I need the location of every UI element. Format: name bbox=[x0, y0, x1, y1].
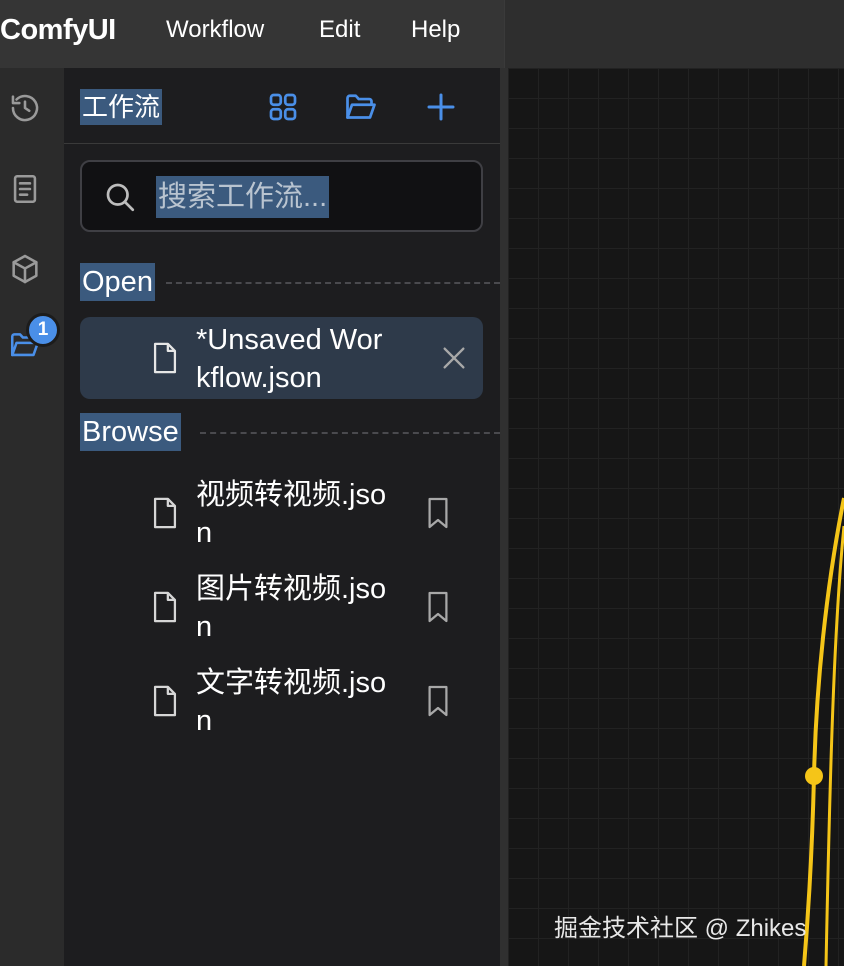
open-workflow-item[interactable]: *Unsaved Workflow.json bbox=[80, 317, 483, 399]
link-midpoint-dot[interactable] bbox=[805, 767, 823, 785]
bookmark-button[interactable] bbox=[424, 684, 452, 718]
graph-canvas[interactable] bbox=[508, 68, 844, 966]
open-workflow-name: *Unsaved Workflow.json bbox=[196, 324, 383, 394]
bookmark-button[interactable] bbox=[424, 590, 452, 624]
open-workflows-badge: 1 bbox=[26, 313, 60, 347]
link-wire bbox=[802, 497, 844, 966]
menu-workflow[interactable]: Workflow bbox=[166, 16, 264, 44]
side-tool-rail: 1 bbox=[0, 68, 64, 966]
queue-history-button[interactable] bbox=[6, 89, 44, 127]
browse-workflow-name[interactable]: 图片转视频.json bbox=[196, 570, 396, 646]
book-icon bbox=[13, 174, 37, 204]
open-section-label: Open bbox=[80, 263, 155, 301]
grid-icon bbox=[269, 93, 297, 121]
open-section-divider bbox=[166, 282, 500, 284]
app-logo: ComfyUI bbox=[0, 14, 116, 46]
file-icon bbox=[150, 496, 180, 530]
sidebar-header: 工作流 bbox=[64, 68, 500, 144]
menu-bar-right-area bbox=[504, 0, 844, 68]
search-icon bbox=[106, 183, 135, 212]
bookmark-icon bbox=[428, 685, 448, 717]
search-box[interactable]: 搜索工作流... bbox=[80, 160, 483, 232]
sidebar-title: 工作流 bbox=[80, 89, 163, 125]
menu-edit[interactable]: Edit bbox=[319, 16, 360, 44]
open-workflow-button[interactable] bbox=[342, 88, 380, 126]
bookmark-button[interactable] bbox=[424, 496, 452, 530]
bookmark-icon bbox=[428, 497, 448, 529]
browse-workflow-name[interactable]: 文字转视频.json bbox=[196, 664, 396, 740]
library-button[interactable] bbox=[6, 170, 44, 208]
browse-workflow-name[interactable]: 视频转视频.json bbox=[196, 476, 396, 552]
menu-bar: ComfyUI Workflow Edit Help bbox=[0, 0, 844, 68]
search-input[interactable]: 搜索工作流... bbox=[156, 176, 330, 218]
new-workflow-button[interactable] bbox=[422, 88, 460, 126]
history-icon bbox=[11, 94, 39, 122]
browse-section-label: Browse bbox=[80, 413, 181, 451]
node-link-wires bbox=[802, 497, 844, 966]
close-workflow-button[interactable] bbox=[438, 342, 470, 374]
cube-icon bbox=[12, 254, 38, 284]
plus-icon bbox=[427, 93, 455, 121]
model-library-button[interactable] bbox=[6, 250, 44, 288]
close-icon bbox=[443, 347, 465, 369]
watermark: 掘金技术社区 @ Zhikes bbox=[554, 915, 807, 942]
browse-templates-button[interactable] bbox=[264, 88, 302, 126]
file-icon bbox=[150, 590, 180, 624]
menu-help[interactable]: Help bbox=[411, 16, 460, 44]
file-icon bbox=[150, 341, 180, 375]
folder-open-icon bbox=[346, 94, 376, 119]
file-icon bbox=[150, 684, 180, 718]
workflows-sidebar: 工作流 搜索工作流... Open *Unsaved Workflow.json… bbox=[64, 68, 500, 966]
bookmark-icon bbox=[428, 591, 448, 623]
sidebar-resize-handle[interactable] bbox=[500, 68, 508, 966]
browse-section-divider bbox=[200, 432, 500, 434]
